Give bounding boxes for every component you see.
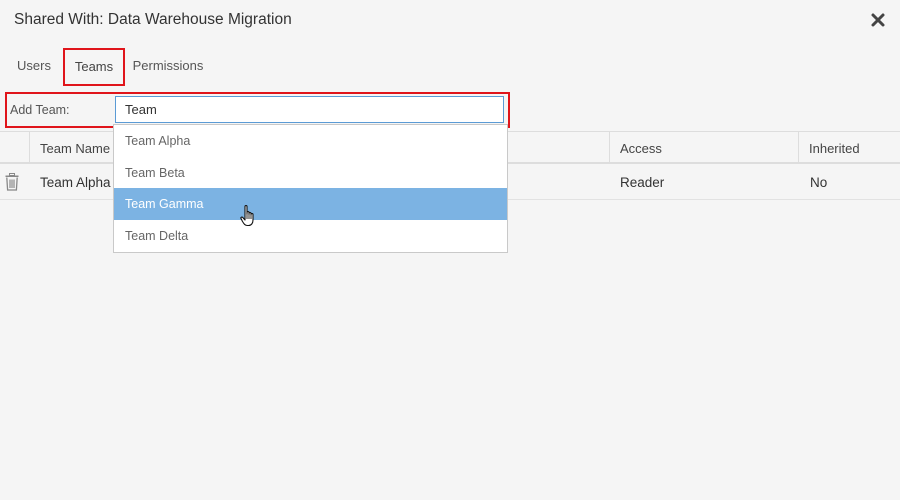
team-dropdown: Team Alpha Team Beta Team Gamma Team Del…: [113, 124, 508, 253]
share-dialog: Shared With: Data Warehouse Migration Us…: [0, 0, 900, 500]
cell-access: Reader: [620, 175, 665, 190]
close-icon[interactable]: [870, 12, 886, 28]
column-header-access[interactable]: Access: [609, 132, 798, 163]
tab-teams[interactable]: Teams: [63, 48, 125, 86]
dropdown-option-team-alpha[interactable]: Team Alpha: [114, 125, 507, 157]
tab-users[interactable]: Users: [9, 48, 59, 84]
dropdown-option-team-beta[interactable]: Team Beta: [114, 157, 507, 189]
tab-permissions[interactable]: Permissions: [126, 48, 210, 84]
dropdown-option-team-gamma[interactable]: Team Gamma: [114, 188, 507, 220]
dropdown-option-team-delta[interactable]: Team Delta: [114, 220, 507, 252]
cell-inherited: No: [810, 175, 828, 190]
add-team-label: Add Team:: [10, 103, 70, 117]
dialog-title: Shared With: Data Warehouse Migration: [14, 11, 292, 28]
cell-team-name: Team Alpha: [40, 175, 111, 190]
column-header-inherited[interactable]: Inherited: [798, 132, 900, 163]
hand-pointer-icon: [240, 204, 258, 228]
add-team-row: Add Team:: [5, 92, 510, 128]
add-team-input[interactable]: [115, 96, 504, 123]
trash-icon[interactable]: [5, 173, 19, 191]
header-icon-column: [0, 132, 29, 163]
